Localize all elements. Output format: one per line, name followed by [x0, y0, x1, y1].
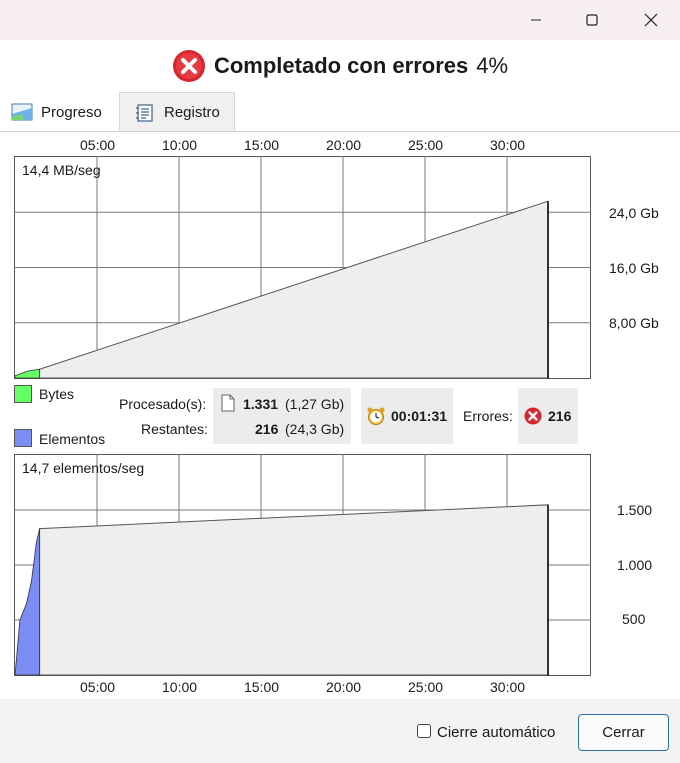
- remaining-size: (24,3 Gb): [285, 421, 345, 437]
- bytes-chart: [14, 156, 591, 379]
- progress-chart-icon: [11, 103, 33, 121]
- processed-label: Procesado(s):: [119, 396, 207, 412]
- tab-progreso[interactable]: Progreso: [0, 92, 118, 132]
- time-tick-label: 10:00: [162, 679, 198, 695]
- bytes-speed-label: 14,4 MB/seg: [22, 162, 101, 178]
- errors-box: 216: [518, 388, 578, 444]
- time-tick-label: 15:00: [244, 679, 280, 695]
- error-small-icon: [524, 407, 542, 425]
- bytes-legend-label: Bytes: [39, 386, 75, 402]
- maximize-button[interactable]: [569, 0, 615, 40]
- close-button[interactable]: Cerrar: [578, 714, 669, 751]
- items-legend-label: Elementos: [39, 431, 106, 447]
- time-tick-label: 05:00: [80, 679, 116, 695]
- progress-panel: 05:00 10:00 15:00 20:00 25:00 30:00 14,4 MB/s…: [0, 131, 680, 699]
- bytes-legend-swatch: [14, 385, 32, 403]
- time-tick-label: 30:00: [490, 137, 526, 153]
- projected-area: [39, 504, 549, 676]
- minimize-icon: [531, 19, 541, 21]
- log-icon: [136, 103, 153, 122]
- errors-label: Errores:: [463, 408, 513, 424]
- time-tick-label: 25:00: [408, 137, 444, 153]
- y-tick-label: 500: [622, 611, 646, 627]
- items-speed-label: 14,7 elementos/seg: [22, 460, 145, 476]
- y-tick-label: 1.500: [617, 502, 653, 518]
- time-tick-label: 25:00: [408, 679, 444, 695]
- time-tick-label: 30:00: [490, 679, 526, 695]
- time-tick-label: 15:00: [244, 137, 280, 153]
- processed-size: (1,27 Gb): [285, 396, 345, 412]
- time-tick-label: 20:00: [326, 137, 362, 153]
- errors-count: 216: [548, 408, 572, 424]
- status-header: Completado con errores 4%: [0, 40, 680, 92]
- minimize-button[interactable]: [513, 0, 559, 40]
- time-tick-label: 05:00: [80, 137, 116, 153]
- maximize-icon: [586, 14, 598, 26]
- y-tick-label: 1.000: [617, 557, 653, 573]
- auto-close-checkbox[interactable]: [417, 724, 431, 738]
- elapsed-time-box: 00:01:31: [361, 388, 453, 444]
- y-tick-label: 16,0 Gb: [609, 260, 659, 276]
- window-title-bar: [0, 0, 680, 40]
- items-chart: [14, 454, 591, 676]
- progress-percent: 4%: [476, 53, 509, 78]
- time-tick-label: 20:00: [326, 679, 362, 695]
- close-icon: [644, 13, 658, 27]
- file-icon: [221, 394, 235, 412]
- remaining-label: Restantes:: [141, 421, 208, 437]
- error-icon: [172, 50, 205, 82]
- processed-count: 1.331: [243, 396, 279, 412]
- tab-label: Registro: [164, 104, 220, 121]
- auto-close-label[interactable]: Cierre automático: [437, 724, 555, 741]
- close-window-button[interactable]: [628, 0, 674, 40]
- status-title: Completado con errores: [213, 53, 469, 78]
- tab-label: Progreso: [41, 103, 102, 121]
- items-legend-swatch: [14, 429, 32, 447]
- y-tick-label: 8,00 Gb: [609, 315, 659, 331]
- counts-box: 1.331 (1,27 Gb) 216 (24,3 Gb): [213, 388, 351, 444]
- tab-registro[interactable]: Registro: [119, 92, 235, 132]
- time-tick-label: 10:00: [162, 137, 198, 153]
- alarm-clock-icon: [367, 407, 385, 425]
- elapsed-time: 00:01:31: [391, 408, 448, 424]
- remaining-count: 216: [255, 421, 279, 437]
- y-tick-label: 24,0 Gb: [609, 205, 659, 221]
- tab-bar: Progreso Registro: [0, 92, 680, 132]
